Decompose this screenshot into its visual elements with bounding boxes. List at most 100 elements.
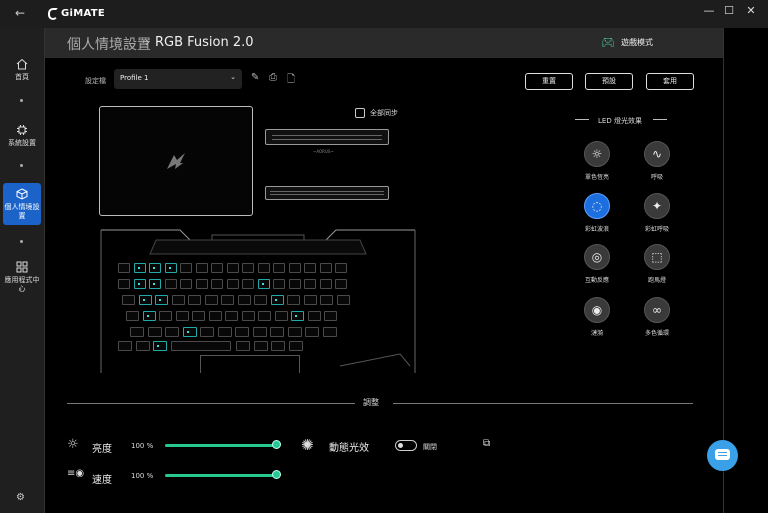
chip-icon — [17, 125, 27, 135]
rainbow-circle-icon: ◌ — [584, 193, 610, 219]
keyboard-key — [307, 311, 321, 321]
sidebar-item-label: 系統設置 — [8, 139, 36, 147]
sidebar-item-apps[interactable]: 應用程式中心 — [3, 261, 41, 294]
keyboard-key — [171, 295, 185, 305]
profile-value: Profile 1 — [120, 74, 149, 82]
keyboard-key — [273, 263, 285, 273]
effect-marquee[interactable]: ⬚ 跑馬燈 — [627, 244, 687, 284]
keyboard-key — [270, 327, 284, 337]
effect-color-cycle[interactable]: ∞ 多色循環 — [627, 297, 687, 337]
keyboard-key — [252, 327, 267, 337]
speed-slider-thumb[interactable] — [272, 470, 281, 479]
keyboard-key — [170, 341, 231, 351]
import-icon[interactable]: 🗋︎ — [287, 72, 295, 89]
keyboard-key — [257, 279, 270, 289]
cycle-icon: ∞ — [644, 297, 670, 323]
brightness-sun-icon: ☼ — [67, 437, 79, 452]
sidebar-item-label: 應用程式中心 — [4, 276, 40, 293]
effect-label: 彩虹呼吸 — [644, 226, 669, 233]
chat-support-button[interactable] — [707, 440, 738, 471]
keyboard-key — [200, 327, 214, 337]
back-arrow-icon[interactable]: ← — [15, 6, 25, 20]
apply-button[interactable]: 套用 — [646, 73, 694, 90]
keyboard-key — [242, 279, 254, 289]
effect-reactive[interactable]: ◎ 互動反應 — [567, 244, 627, 284]
home-icon — [16, 58, 28, 70]
keyboard-key — [304, 263, 316, 273]
effect-solid[interactable]: ☼ 單色恆亮 — [567, 141, 627, 181]
right-margin — [724, 28, 768, 513]
keyboard-key — [237, 295, 251, 305]
keyboard-key — [118, 279, 130, 289]
brightness-label: 亮度 — [92, 444, 112, 455]
dynamic-light-toggle[interactable] — [395, 440, 417, 451]
speed-slider[interactable] — [165, 474, 277, 477]
brightness-slider-thumb[interactable] — [272, 440, 281, 449]
keyboard-keys — [118, 263, 386, 351]
dynamic-light-icon: ✺ — [301, 436, 314, 454]
maximize-button[interactable]: ☐ — [719, 4, 739, 17]
minimize-button[interactable]: — — [699, 4, 719, 17]
keyboard-key — [319, 263, 332, 273]
settings-gear-icon[interactable]: ⚙ — [16, 492, 25, 503]
keyboard-key — [153, 341, 167, 351]
keyboard-key — [235, 327, 249, 337]
effect-rainbow-wave[interactable]: ◌ 彩虹波浪 — [567, 193, 627, 233]
keyboard-key — [147, 327, 162, 337]
chat-bubble-icon — [715, 449, 730, 460]
close-button[interactable]: ✕ — [741, 4, 761, 17]
laptop-lid-view — [99, 106, 253, 216]
keyboard-key — [118, 263, 130, 273]
keyboard-key — [254, 295, 267, 305]
keyboard-key — [226, 279, 239, 289]
sidebar-item-home[interactable]: 首頁 — [3, 58, 41, 82]
gimate-logo-icon — [48, 8, 58, 20]
page-title: RGB Fusion 2.0 — [155, 35, 254, 50]
keyboard-key — [133, 279, 146, 289]
effect-rainbow-breathing[interactable]: ✦ 彩虹呼吸 — [627, 193, 687, 233]
effect-label: 呼吸 — [650, 174, 663, 181]
marquee-icon: ⬚ — [644, 244, 670, 270]
external-link-icon[interactable]: ⧉ — [483, 438, 490, 449]
keyboard-key — [241, 311, 255, 321]
keyboard-key — [335, 279, 347, 289]
wave-icon: ∿ — [644, 141, 670, 167]
keyboard-key — [192, 311, 205, 321]
nav-separator-dot — [20, 99, 23, 102]
keyboard-key — [149, 263, 161, 273]
keyboard-key — [133, 263, 146, 273]
export-icon[interactable]: ⎙ — [269, 72, 277, 83]
title-bar: ← GiMATE — ☐ ✕ — [0, 0, 768, 28]
keyboard-key — [126, 311, 139, 321]
edit-icon[interactable]: ✎ — [251, 72, 259, 83]
sidebar-item-system[interactable]: 系統設置 — [3, 124, 41, 148]
profile-dropdown[interactable]: Profile 1 ⌄ — [114, 69, 242, 89]
keyboard-key — [165, 327, 179, 337]
keyboard-key — [274, 311, 288, 321]
brightness-slider[interactable] — [165, 444, 277, 447]
keyboard-key — [180, 263, 192, 273]
effect-breathing[interactable]: ∿ 呼吸 — [627, 141, 687, 181]
keyboard-key — [291, 311, 304, 321]
keyboard-key — [305, 327, 319, 337]
keyboard-key — [130, 327, 144, 337]
effect-ripple[interactable]: ◉ 漣漪 — [567, 297, 627, 337]
breadcrumb-separator: › — [145, 35, 150, 49]
game-mode-label[interactable]: 遊戲模式 — [621, 37, 653, 48]
sync-all-label[interactable]: 全部同步 — [370, 108, 398, 118]
keyboard-key — [336, 295, 350, 305]
keyboard-key — [287, 327, 302, 337]
breadcrumb-parent[interactable]: 個人情境設置 — [67, 34, 151, 54]
nav-separator-dot — [20, 240, 23, 243]
effect-label: 跑馬燈 — [647, 277, 666, 284]
gamepad-icon[interactable]: 🎮︎ — [601, 36, 615, 49]
keyboard-key — [175, 311, 189, 321]
sync-all-checkbox[interactable] — [355, 108, 365, 118]
speed-icon: ≡◉ — [67, 468, 85, 479]
preset-button[interactable]: 預設 — [585, 73, 633, 90]
keyboard-key — [287, 295, 300, 305]
app-name: GiMATE — [61, 8, 106, 19]
ripple-icon: ◉ — [584, 297, 610, 323]
sidebar-item-profile[interactable]: 個人情境設置 — [3, 183, 41, 225]
reset-button[interactable]: 重置 — [525, 73, 573, 90]
